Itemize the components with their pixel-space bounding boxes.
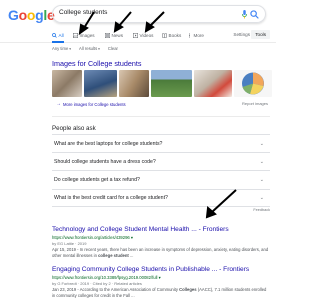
report-images-link[interactable]: Report images: [242, 101, 268, 106]
paa-question[interactable]: What are the best laptops for college st…: [52, 134, 270, 152]
image-thumb[interactable]: [119, 70, 149, 97]
arrow-right-icon: →: [56, 101, 61, 107]
chevron-down-icon: ⌄: [259, 194, 264, 201]
tab-videos[interactable]: Videos: [133, 31, 153, 40]
image-thumb[interactable]: [194, 70, 232, 97]
chevron-down-icon: ⌄: [259, 140, 264, 147]
tools-button[interactable]: Tools: [251, 30, 270, 39]
clear-filter[interactable]: Clear: [108, 46, 118, 51]
people-also-ask-list: What are the best laptops for college st…: [52, 134, 270, 207]
search-icon[interactable]: [250, 10, 259, 19]
more-images-link[interactable]: → More images for College students: [56, 101, 126, 107]
feedback-link[interactable]: Feedback: [253, 208, 270, 212]
result-url[interactable]: https://www.frontiersin.org/articles/439…: [52, 235, 270, 240]
time-filter[interactable]: Any time: [52, 46, 71, 51]
images-footer: → More images for College students Repor…: [52, 101, 270, 108]
book-icon: [162, 33, 167, 38]
search-filters: Any time All results Clear: [52, 46, 118, 51]
image-thumb[interactable]: [52, 70, 82, 97]
paa-question[interactable]: What is the best credit card for a colle…: [52, 188, 270, 207]
tab-images[interactable]: Images: [73, 31, 95, 40]
tab-news[interactable]: News: [105, 31, 123, 40]
result-url[interactable]: https://www.frontiersin.org/10.3389/fpsy…: [52, 275, 270, 280]
results-filter[interactable]: All results: [79, 46, 100, 51]
divider: [52, 116, 270, 117]
search-result: Technology and College Student Mental He…: [52, 226, 270, 258]
google-logo[interactable]: Google: [8, 7, 55, 23]
search-icon: [52, 33, 57, 38]
tab-more[interactable]: More: [187, 31, 204, 40]
microphone-icon[interactable]: [242, 10, 247, 19]
tab-books[interactable]: Books: [162, 31, 181, 40]
images-heading[interactable]: Images for College students: [52, 59, 142, 68]
search-query: College students: [59, 9, 108, 16]
video-icon: [133, 33, 138, 38]
annotation-arrowhead: [205, 206, 217, 219]
news-icon: [105, 33, 110, 38]
search-tabs: All Images News Videos Books More Settin…: [0, 29, 276, 43]
paa-question[interactable]: Do college students get a tax refund? ⌄: [52, 170, 270, 188]
image-thumb[interactable]: [234, 70, 272, 97]
result-snippet: Apr 15, 2019 - In recent years, there ha…: [52, 247, 269, 258]
image-strip: [52, 70, 272, 97]
paa-question[interactable]: Should college students have a dress cod…: [52, 152, 270, 170]
tab-all[interactable]: All: [52, 31, 64, 43]
image-thumb[interactable]: [150, 70, 193, 97]
settings-link[interactable]: Settings: [233, 32, 250, 37]
image-icon: [73, 33, 78, 38]
result-meta: by G Forbredt · 2019 · Cited by 2 · Rela…: [52, 281, 142, 286]
image-thumb[interactable]: [83, 70, 118, 97]
chevron-down-icon: ⌄: [259, 176, 264, 183]
result-meta: by EG Lattie · 2019: [52, 241, 87, 246]
search-result: Engaging Community College Students in P…: [52, 266, 270, 298]
search-input[interactable]: College students: [52, 5, 266, 23]
chevron-down-icon: ⌄: [259, 158, 264, 165]
result-title-link[interactable]: Technology and College Student Mental He…: [52, 226, 270, 234]
people-also-ask-heading: People also ask: [52, 125, 96, 132]
search-header: Google College students: [0, 0, 276, 28]
pie-chart-thumb-icon: [242, 72, 264, 95]
more-icon: [189, 33, 190, 38]
result-snippet: Jan 23, 2019 - According to the American…: [52, 287, 267, 298]
result-title-link[interactable]: Engaging Community College Students in P…: [52, 266, 270, 274]
